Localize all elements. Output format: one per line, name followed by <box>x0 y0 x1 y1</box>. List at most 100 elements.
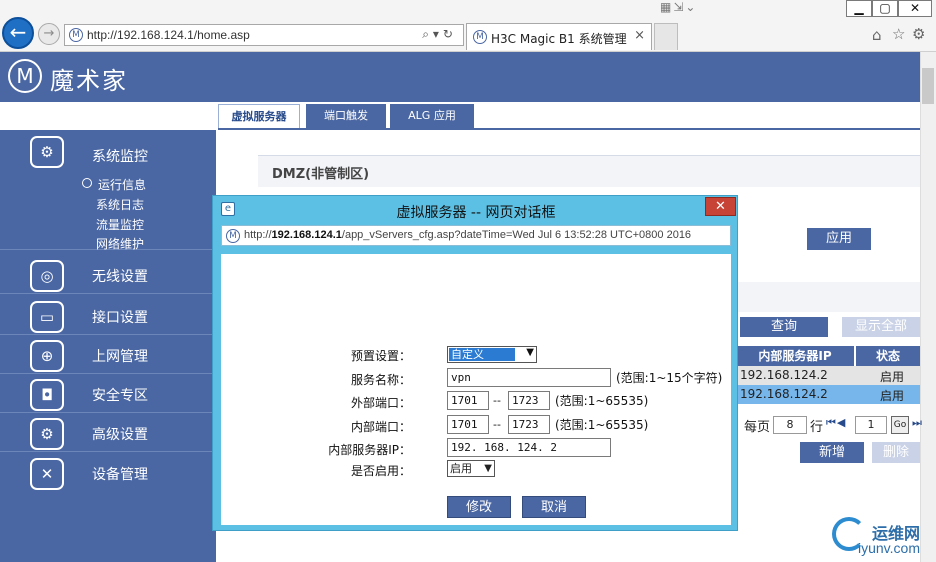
sidebar-item-label: 无线设置 <box>92 269 148 285</box>
go-button[interactable]: Go <box>891 416 909 434</box>
wifi-icon: ◎ <box>30 260 64 292</box>
page-number-input[interactable]: 1 <box>855 416 887 434</box>
column-header-internal-ip: 内部服务器IP <box>736 346 854 366</box>
window-close-button[interactable]: ✕ <box>898 0 932 17</box>
back-button[interactable]: ← <box>2 17 34 49</box>
address-bar[interactable]: M http://192.168.124.1/home.asp ⌕▾↻ <box>64 24 464 46</box>
filter-strip <box>736 282 920 312</box>
dialog-url: http://192.168.124.1/app_vServers_cfg.as… <box>244 229 692 241</box>
external-port-hint: (范围:1~65535) <box>555 394 649 408</box>
interface-icon: ▭ <box>30 301 64 333</box>
query-button[interactable]: 查询 <box>740 317 828 337</box>
row-label: 行 <box>810 420 824 435</box>
internal-ip-label: 内部服务器IP： <box>328 443 411 457</box>
delete-button[interactable]: 删除 <box>872 442 920 463</box>
sidebar-item-label: 设备管理 <box>92 467 148 483</box>
scrollbar-thumb[interactable] <box>922 68 934 104</box>
sidebar-item-label: 安全专区 <box>92 388 148 404</box>
preset-select[interactable]: 自定义 ▼ <box>447 346 537 363</box>
sidebar-item-wireless[interactable]: ◎ 无线设置 <box>0 256 216 294</box>
app-header: M 魔术家 <box>0 52 920 102</box>
sidebar-item-internet[interactable]: ⊕ 上网管理 <box>0 336 216 374</box>
dialog-favicon-icon: M <box>226 229 240 243</box>
watermark-domain: iyunv.com <box>858 540 920 556</box>
cancel-button[interactable]: 取消 <box>522 496 586 518</box>
star-icon[interactable]: ☆ <box>892 25 905 43</box>
dialog-body: 预置设置： 自定义 ▼ 服务名称： vpn (范围:1~15个字符) 外部端口：… <box>221 254 731 525</box>
sidebar-subitem-run-info[interactable]: 运行信息 <box>98 176 146 193</box>
service-name-hint: (范围:1~15个字符) <box>616 371 723 385</box>
per-page-label: 每页 <box>744 420 771 435</box>
internal-port-from-input[interactable]: 1701 <box>447 415 489 434</box>
sidebar-item-advanced[interactable]: ⚙ 高级设置 <box>0 414 216 452</box>
internal-port-to-input[interactable]: 1723 <box>508 415 550 434</box>
show-all-button[interactable]: 显示全部 <box>842 317 920 337</box>
sidebar-item-interface[interactable]: ▭ 接口设置 <box>0 297 216 335</box>
cell-ip: 192.168.124.2 <box>740 368 828 382</box>
sidebar-item-security[interactable]: ◘ 安全专区 <box>0 375 216 413</box>
preset-label: 预置设置： <box>350 349 411 363</box>
apply-button[interactable]: 应用 <box>807 228 871 250</box>
range-dash: -- <box>493 418 501 431</box>
tab-port-trigger[interactable]: 端口触发 <box>306 104 386 128</box>
dialog-url-bar: M http://192.168.124.1/app_vServers_cfg.… <box>221 225 731 246</box>
service-name-input[interactable]: vpn <box>447 368 611 387</box>
search-refresh-icons[interactable]: ⌕▾↻ <box>422 27 457 42</box>
tab-underline <box>218 128 920 130</box>
add-button[interactable]: 新增 <box>800 442 864 463</box>
sidebar-item-label: 高级设置 <box>92 427 148 443</box>
page-scrollbar[interactable] <box>920 52 936 562</box>
first-prev-page-icon[interactable]: ⏮◀ <box>826 416 846 430</box>
external-port-from-input[interactable]: 1701 <box>447 391 489 410</box>
home-icon[interactable]: ⌂ <box>872 26 882 44</box>
enabled-label: 是否启用： <box>350 464 411 478</box>
tab-close-icon[interactable]: × <box>634 28 645 43</box>
column-header-status: 状态 <box>856 346 920 366</box>
internal-port-hint: (范围:1~65535) <box>555 418 649 432</box>
sidebar-subitem-maintenance[interactable]: 网络维护 <box>96 235 144 252</box>
settings-gear-icon[interactable]: ⚙ <box>912 25 925 43</box>
gear-icon: ⚙ <box>30 418 64 450</box>
table-row[interactable]: 192.168.124.2 启用 <box>736 385 920 404</box>
range-dash: -- <box>493 394 501 407</box>
site-favicon-icon: M <box>69 28 83 42</box>
dialog-close-button[interactable]: ✕ <box>705 197 736 216</box>
next-page-icon[interactable]: ⏭ <box>912 416 922 430</box>
sidebar-subitem-syslog[interactable]: 系统日志 <box>96 196 144 213</box>
new-tab-button[interactable] <box>654 23 678 50</box>
logo-text: 魔术家 <box>50 67 128 95</box>
sidebar-item-device[interactable]: ✕ 设备管理 <box>0 454 216 492</box>
sidebar-item-label: 系统监控 <box>92 149 148 165</box>
tab-alg[interactable]: ALG 应用 <box>390 104 474 128</box>
toolbar-extra-icons[interactable]: ▦⇲⌄ <box>660 0 697 14</box>
table-row[interactable]: 192.168.124.2 启用 <box>736 366 920 385</box>
active-dot-icon <box>82 178 92 188</box>
per-page-input[interactable]: 8 <box>773 416 807 434</box>
lock-shield-icon: ◘ <box>30 379 64 411</box>
globe-icon: ⊕ <box>30 340 64 372</box>
logo-icon: M <box>8 59 42 93</box>
sidebar-item-label: 上网管理 <box>92 349 148 365</box>
service-name-label: 服务名称： <box>350 373 411 387</box>
forward-button[interactable]: → <box>38 23 60 45</box>
address-url[interactable]: http://192.168.124.1/home.asp <box>87 28 250 42</box>
sidebar-subitem-traffic[interactable]: 流量监控 <box>96 216 144 233</box>
internal-port-label: 内部端口： <box>350 420 411 434</box>
tab-title: H3C Magic B1 系统管理 <box>491 32 627 46</box>
device-manage-icon: ✕ <box>30 458 64 490</box>
enabled-select[interactable]: 启用 ▼ <box>447 460 495 477</box>
browser-tab[interactable]: M H3C Magic B1 系统管理 × <box>466 23 652 50</box>
cell-ip: 192.168.124.2 <box>740 387 828 401</box>
modify-button[interactable]: 修改 <box>447 496 511 518</box>
sidebar-item-label: 接口设置 <box>92 310 148 326</box>
external-port-label: 外部端口： <box>350 396 411 410</box>
minimize-button[interactable]: ▁ <box>846 0 872 17</box>
sidebar: ⚙ 系统监控 运行信息 系统日志 流量监控 网络维护 ◎ 无线设置 ▭ 接口设置… <box>0 130 216 562</box>
maximize-button[interactable]: ▢ <box>872 0 898 17</box>
tab-virtual-server[interactable]: 虚拟服务器 <box>218 104 300 128</box>
dmz-title: DMZ(非管制区) <box>272 167 370 182</box>
internal-ip-input[interactable]: 192. 168. 124. 2 <box>447 438 611 457</box>
chevron-down-icon: ▼ <box>526 347 534 358</box>
external-port-to-input[interactable]: 1723 <box>508 391 550 410</box>
chevron-down-icon: ▼ <box>484 463 492 474</box>
